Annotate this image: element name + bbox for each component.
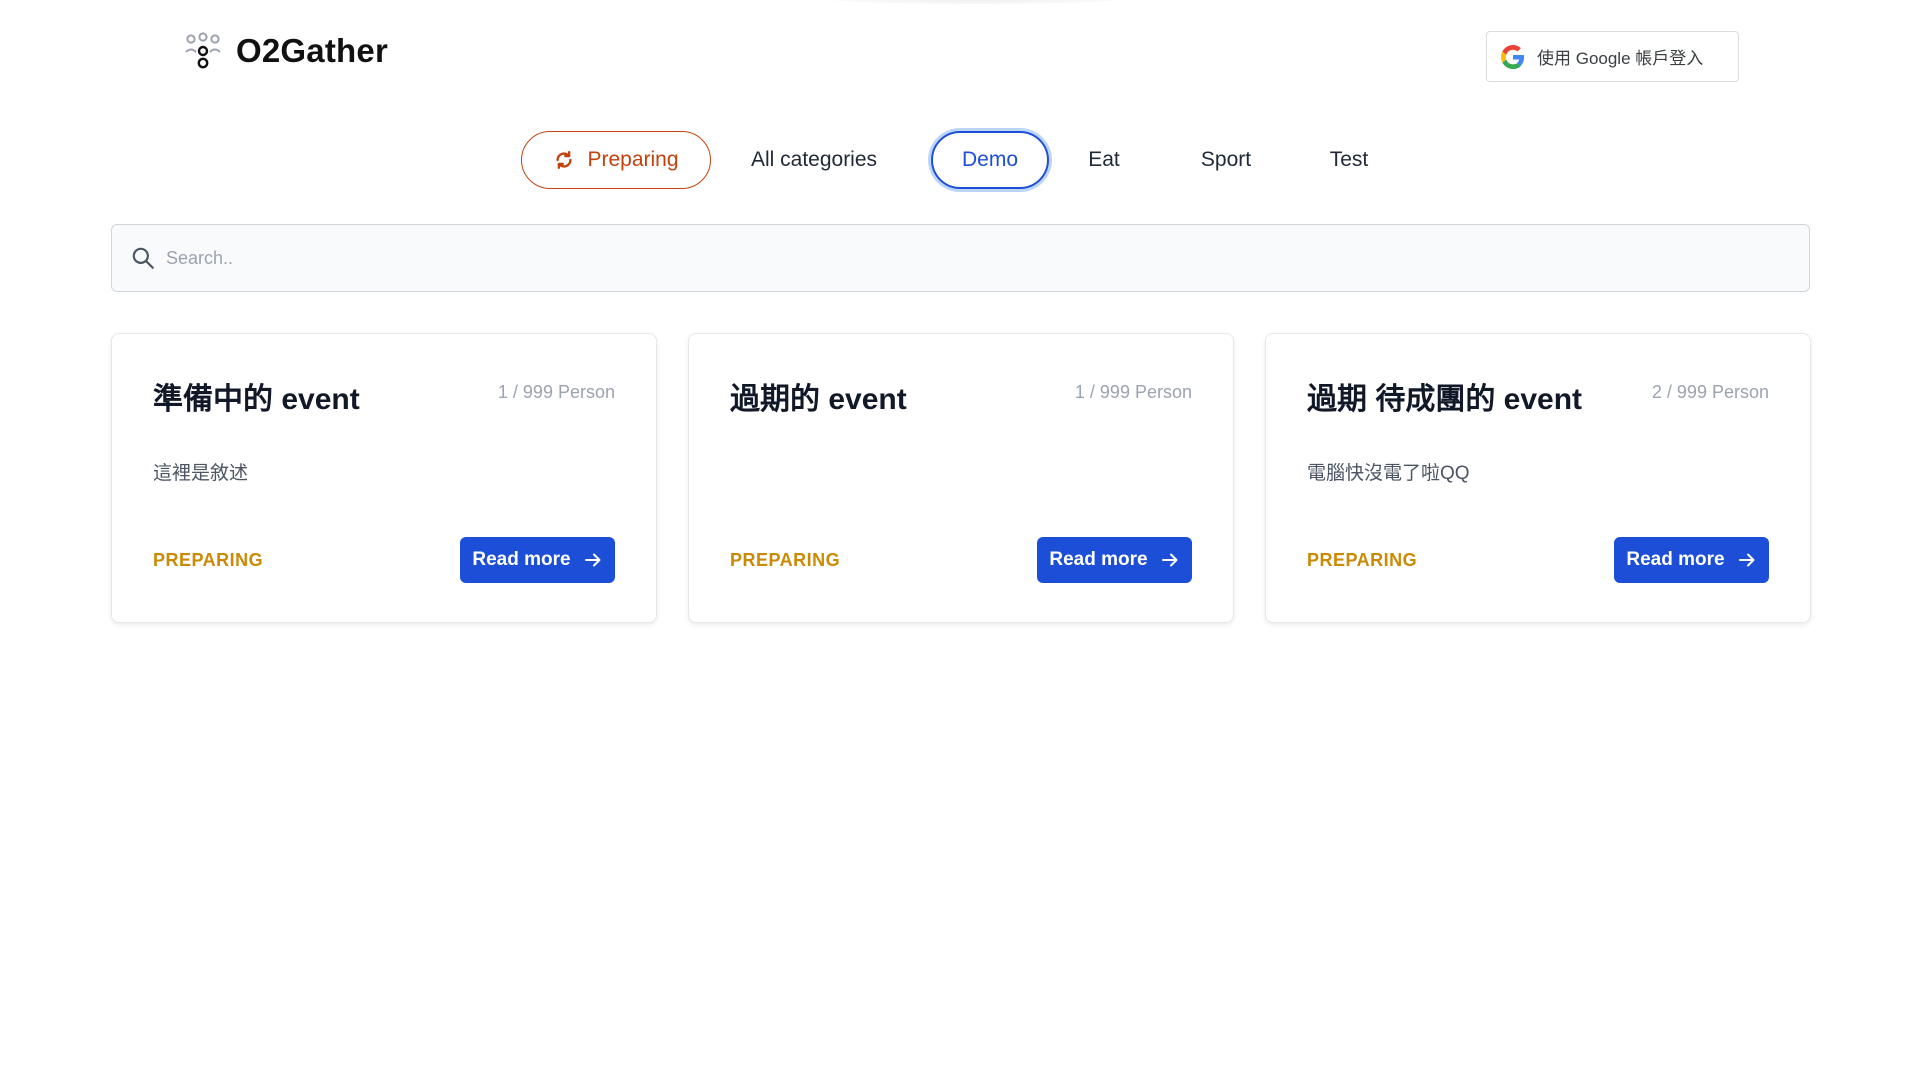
logo[interactable]: O2Gather	[182, 30, 388, 72]
event-title: 準備中的 event	[153, 383, 360, 416]
event-card: 過期的 event 1 / 999 Person PREPARING Read …	[688, 333, 1234, 623]
tab-preparing[interactable]: Preparing	[521, 131, 711, 189]
status-badge: PREPARING	[730, 550, 841, 570]
read-more-label: Read more	[1626, 549, 1725, 570]
tab-demo[interactable]: Demo	[931, 131, 1049, 189]
event-description: 這裡是敘述	[153, 463, 249, 484]
event-title: 過期 待成團的 event	[1307, 383, 1583, 416]
tab-all-categories[interactable]: All categories	[739, 131, 889, 189]
search-input[interactable]	[166, 238, 1766, 278]
page: O2Gather 使用 Google 帳戶登入 Preparing All ca…	[0, 0, 1920, 1080]
status-badge: PREPARING	[153, 550, 264, 570]
event-card: 過期 待成團的 event 2 / 999 Person 電腦快沒電了啦QQ P…	[1265, 333, 1811, 623]
google-login-button[interactable]: 使用 Google 帳戶登入	[1486, 31, 1739, 82]
tab-preparing-label: Preparing	[587, 148, 679, 171]
participant-count: 1 / 999 Person	[497, 382, 615, 402]
arrow-right-icon	[1737, 550, 1757, 570]
google-login-label: 使用 Google 帳戶登入	[1537, 49, 1704, 68]
tab-sport[interactable]: Sport	[1181, 131, 1271, 189]
search-bar	[111, 224, 1810, 292]
google-icon	[1501, 44, 1525, 69]
event-card: 準備中的 event 1 / 999 Person 這裡是敘述 PREPARIN…	[111, 333, 657, 623]
participant-count: 1 / 999 Person	[1074, 382, 1192, 402]
arrow-right-icon	[583, 550, 603, 570]
people-group-icon	[182, 30, 224, 72]
status-badge: PREPARING	[1307, 550, 1418, 570]
refresh-icon	[553, 149, 575, 171]
read-more-label: Read more	[472, 549, 571, 570]
event-description: 電腦快沒電了啦QQ	[1307, 463, 1470, 484]
arrow-right-icon	[1160, 550, 1180, 570]
read-more-button[interactable]: Read more	[1614, 537, 1769, 583]
read-more-button[interactable]: Read more	[1037, 537, 1192, 583]
tab-eat[interactable]: Eat	[1069, 131, 1139, 189]
participant-count: 2 / 999 Person	[1651, 382, 1769, 402]
tab-test[interactable]: Test	[1314, 131, 1384, 189]
read-more-button[interactable]: Read more	[460, 537, 615, 583]
logo-text: O2Gather	[236, 32, 388, 69]
header: O2Gather 使用 Google 帳戶登入	[0, 0, 1920, 100]
event-title: 過期的 event	[730, 383, 907, 416]
search-icon	[130, 245, 156, 271]
read-more-label: Read more	[1049, 549, 1148, 570]
